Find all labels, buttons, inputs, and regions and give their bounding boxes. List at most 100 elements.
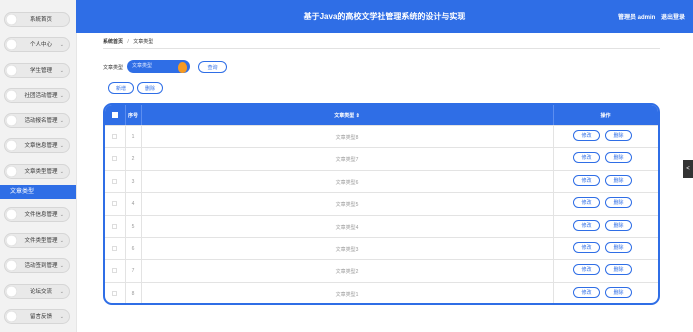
- data-table: 序号 文章类型 ⇕ 操作 1 文章类型8 修改 删除 2 文章类型7 修改 删除 3 文章类型6 修…: [103, 103, 660, 305]
- chevron-down-icon: ⌄: [59, 263, 64, 269]
- row-edit-button[interactable]: 修改: [573, 219, 600, 231]
- header-seq: 序号: [127, 113, 138, 119]
- chevron-down-icon: ⌄: [59, 68, 64, 74]
- row-delete-button[interactable]: 删除: [605, 197, 632, 209]
- row-type: 文章类型1: [335, 291, 359, 298]
- sidebar-item-label: 文章类型管理: [24, 169, 58, 175]
- chevron-down-icon: ⌄: [59, 314, 64, 320]
- sidebar-item-label: 个人中心: [29, 42, 52, 48]
- sidebar-item[interactable]: 活动签到管理 ⌄: [4, 258, 70, 273]
- row-edit-button[interactable]: 修改: [573, 286, 600, 298]
- row-edit-button[interactable]: 修改: [573, 152, 600, 164]
- row-delete-button[interactable]: 删除: [605, 264, 632, 276]
- collapse-handle-icon[interactable]: <: [683, 160, 693, 178]
- menu-avatar-icon: [6, 90, 17, 101]
- sidebar-item[interactable]: 系統首页: [4, 12, 70, 27]
- sidebar-item[interactable]: 论坛交流 ⌄: [4, 284, 70, 299]
- row-checkbox[interactable]: [112, 156, 117, 162]
- row-type: 文章类型4: [335, 224, 359, 231]
- row-edit-button[interactable]: 修改: [573, 242, 600, 253]
- column-divider: [553, 126, 554, 148]
- sidebar-item-label: 文章信息管理: [24, 143, 58, 149]
- row-seq: 8: [131, 290, 135, 297]
- chevron-down-icon: ⌄: [59, 118, 64, 124]
- row-edit-button[interactable]: 修改: [573, 264, 600, 276]
- chevron-down-icon: ⌄: [59, 42, 64, 48]
- top-header: 基于Java的高校文学社管理系统的设计与实现 管理员 admin 退出登录: [76, 0, 693, 33]
- row-delete-button[interactable]: 删除: [605, 286, 632, 298]
- table-header: 序号 文章类型 ⇕ 操作: [105, 105, 658, 125]
- sidebar-item[interactable]: 文章类型管理 ⌄: [4, 164, 70, 179]
- row-seq: 6: [131, 246, 135, 252]
- row-delete-button[interactable]: 删除: [605, 130, 632, 141]
- menu-avatar-icon: [6, 65, 17, 76]
- table-row: 3 文章类型6 修改 删除: [105, 169, 658, 193]
- sidebar-item-label: 文件类型管理: [24, 238, 58, 244]
- row-edit-button[interactable]: 修改: [573, 174, 600, 186]
- row-checkbox[interactable]: [112, 134, 117, 139]
- chevron-down-icon: ⌄: [59, 143, 64, 149]
- cursor-icon: [178, 62, 187, 73]
- table-row: 8 文章类型1 修改 删除: [105, 281, 658, 303]
- row-checkbox[interactable]: [112, 268, 117, 274]
- menu-avatar-icon: [6, 286, 17, 297]
- sidebar-item-label: 活动报名管理: [24, 118, 58, 124]
- column-divider: [553, 193, 554, 216]
- header-type[interactable]: 文章类型 ⇕: [141, 112, 553, 119]
- row-edit-button[interactable]: 修改: [573, 130, 600, 141]
- row-checkbox[interactable]: [112, 223, 117, 229]
- row-delete-button[interactable]: 删除: [605, 174, 632, 186]
- column-divider: [553, 215, 554, 238]
- sidebar-item-label: 论坛交流: [29, 289, 52, 295]
- select-all-checkbox[interactable]: [112, 112, 118, 118]
- app-title: 基于Java的高校文学社管理系统的设计与实现: [303, 12, 466, 21]
- column-divider: [553, 170, 554, 193]
- row-edit-button[interactable]: 修改: [573, 197, 600, 209]
- sidebar-item[interactable]: 个人中心 ⌄: [4, 37, 70, 52]
- chevron-down-icon: ⌄: [59, 93, 64, 99]
- sidebar-item[interactable]: 学生管理 ⌄: [4, 63, 70, 78]
- menu-avatar-icon: [6, 209, 17, 220]
- user-area: 管理员 admin 退出登录: [614, 12, 685, 21]
- row-type: 文章类型7: [335, 157, 359, 164]
- menu-avatar-icon: [6, 140, 17, 151]
- column-divider: [553, 148, 554, 171]
- breadcrumb-home[interactable]: 系统首页: [103, 39, 123, 45]
- row-checkbox[interactable]: [112, 178, 117, 184]
- chevron-down-icon: ⌄: [59, 212, 64, 218]
- breadcrumb: 系统首页 / 文章类型: [103, 38, 153, 45]
- table-row: 5 文章类型4 修改 删除: [105, 214, 658, 238]
- chevron-down-icon: ⌄: [59, 169, 64, 175]
- row-delete-button[interactable]: 删除: [605, 152, 632, 164]
- row-seq: 5: [131, 223, 135, 230]
- row-checkbox[interactable]: [112, 246, 117, 251]
- table-row: 6 文章类型3 修改 删除: [105, 237, 658, 260]
- table-row: 2 文章类型7 修改 删除: [105, 147, 658, 171]
- user-name: 管理员 admin: [617, 15, 656, 21]
- breadcrumb-separator: /: [127, 39, 129, 45]
- sidebar-item[interactable]: 文章信息管理 ⌄: [4, 138, 70, 153]
- sidebar-item[interactable]: 社团活动管理 ⌄: [4, 88, 70, 103]
- sidebar-item-label: 系統首页: [29, 17, 52, 23]
- column-divider: [553, 282, 554, 303]
- row-delete-button[interactable]: 删除: [605, 219, 632, 231]
- row-type: 文章类型8: [335, 135, 359, 141]
- sidebar-item[interactable]: 活动报名管理 ⌄: [4, 113, 70, 128]
- sidebar-item[interactable]: 文件类型管理 ⌄: [4, 233, 70, 248]
- logout-link[interactable]: 退出登录: [661, 15, 685, 21]
- row-seq: 2: [131, 156, 135, 163]
- breadcrumb-divider: [103, 48, 660, 49]
- row-delete-button[interactable]: 删除: [605, 242, 632, 253]
- batch-delete-button[interactable]: 删除: [137, 82, 163, 94]
- add-button[interactable]: 新增: [108, 82, 134, 94]
- sidebar-subitem-active[interactable]: 文章类型: [0, 185, 76, 199]
- table-row: 1 文章类型8 修改 删除: [105, 125, 658, 148]
- column-divider: [553, 260, 554, 283]
- row-checkbox[interactable]: [112, 201, 117, 207]
- breadcrumb-current: 文章类型: [133, 39, 154, 45]
- search-button[interactable]: 查询: [198, 61, 227, 73]
- row-checkbox[interactable]: [112, 290, 117, 296]
- sidebar-item[interactable]: 文件信息管理 ⌄: [4, 207, 70, 222]
- sidebar-item[interactable]: 留言反馈 ⌄: [4, 309, 70, 324]
- chevron-down-icon: ⌄: [59, 238, 64, 244]
